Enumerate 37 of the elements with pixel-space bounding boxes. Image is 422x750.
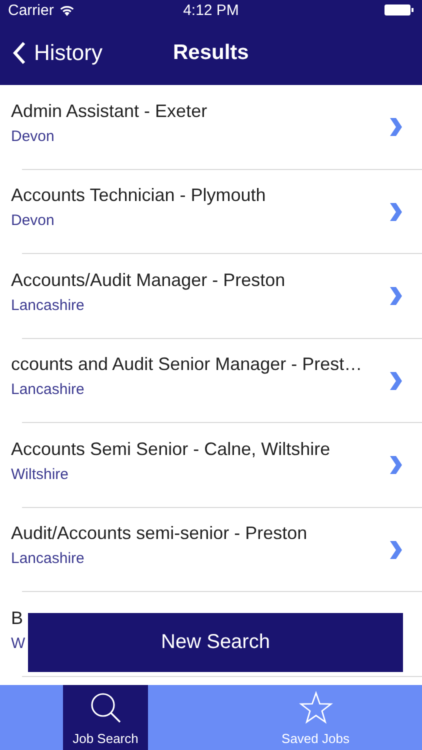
job-title: B: [11, 608, 24, 629]
time-label: 4:12 PM: [183, 2, 239, 18]
chevron-right-icon: [388, 456, 402, 474]
job-title: ccounts and Audit Senior Manager - Prest…: [11, 354, 362, 376]
chevron-left-icon: [12, 40, 26, 64]
search-icon: [88, 691, 122, 725]
job-location: Lancashire: [11, 550, 84, 568]
battery-icon: [384, 4, 414, 16]
chevron-right-icon: [388, 287, 402, 306]
result-row[interactable]: Accounts Semi Senior - Calne, Wiltshire Wiltshire: [0, 423, 422, 508]
chevron-right-icon: [388, 540, 402, 559]
job-title: Admin Assistant - Exeter: [11, 100, 208, 122]
job-location: Lancashire: [11, 381, 84, 400]
wifi-icon: [58, 4, 75, 16]
job-location: W: [11, 634, 26, 653]
screen-title: Results: [173, 40, 249, 64]
tab-item[interactable]: Job Search: [63, 685, 148, 750]
chevron-right-icon: [388, 118, 402, 136]
chevron-right-icon: [388, 202, 402, 221]
result-row[interactable]: ccounts and Audit Senior Manager - Prest… Lancashire: [0, 338, 422, 423]
job-title: Accounts Technician - Plymouth: [11, 185, 266, 206]
carrier-label: Carrier: [8, 2, 54, 18]
result-row[interactable]: Accounts/Audit Manager - Preston Lancashire: [0, 254, 422, 338]
result-row[interactable]: Audit/Accounts semi-senior - Preston Lancashire: [0, 508, 422, 592]
chevron-right-icon: [388, 372, 402, 390]
job-title: Accounts/Audit Manager - Preston: [11, 270, 286, 291]
star-icon: [298, 691, 332, 725]
job-location: Wiltshire: [11, 466, 69, 484]
job-location: Lancashire: [11, 296, 84, 315]
job-title: Audit/Accounts semi-senior - Preston: [11, 523, 308, 544]
new-search-button[interactable]: New Search: [28, 613, 403, 672]
job-location: Devon: [11, 128, 54, 146]
result-row[interactable]: Admin Assistant - Exeter Devon: [0, 85, 422, 170]
back-button[interactable]: History: [0, 40, 102, 66]
job-title: Accounts Semi Senior - Calne, Wiltshire: [11, 438, 330, 460]
job-location: Devon: [11, 212, 54, 230]
result-row[interactable]: Accounts Technician - Plymouth Devon: [0, 170, 422, 254]
